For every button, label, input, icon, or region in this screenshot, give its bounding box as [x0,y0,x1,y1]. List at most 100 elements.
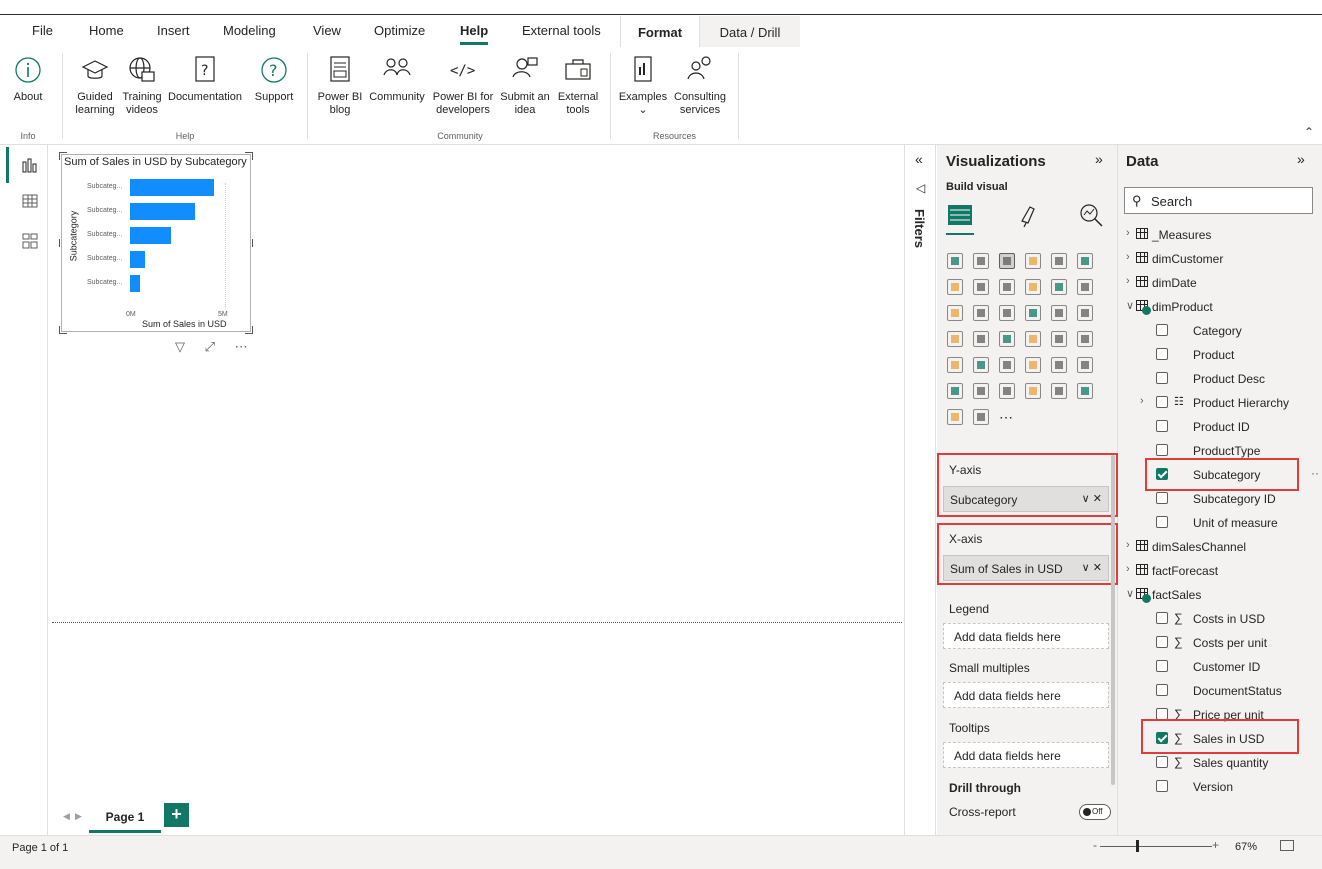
field-customer-id[interactable]: Customer ID [1118,657,1322,679]
support-button[interactable]: ? Support [251,55,297,104]
field-category[interactable]: Category [1118,321,1322,343]
format-visual-tab[interactable] [1014,201,1042,229]
zoom-in-button[interactable]: + [1212,838,1219,852]
chevron-down-icon[interactable]: ∨ [1126,299,1134,312]
more-options-icon[interactable]: ·· [1311,466,1319,480]
fit-to-page-icon[interactable] [1280,840,1294,851]
collapse-icon[interactable]: « [915,151,923,167]
field-costs-in-usd[interactable]: ∑ Costs in USD [1118,609,1322,631]
card-icon[interactable] [1025,331,1041,347]
bar[interactable] [130,179,214,196]
donut-chart-icon[interactable] [1051,305,1067,321]
field-checkbox[interactable] [1156,684,1168,696]
field-checkbox[interactable] [1156,660,1168,672]
field-documentstatus[interactable]: DocumentStatus [1118,681,1322,703]
small-multiples-drop-zone[interactable]: Add data fields here [943,682,1109,708]
chevron-down-icon[interactable]: ∨ [1126,587,1134,600]
field-checkbox[interactable] [1156,444,1168,456]
search-input[interactable]: ⚲ Search [1124,187,1313,214]
field-costs-per-unit[interactable]: ∑ Costs per unit [1118,633,1322,655]
submit-idea-button[interactable]: Submit an idea [498,55,552,117]
table-dimcustomer[interactable]: › dimCustomer [1118,249,1322,271]
bar[interactable] [130,251,146,268]
narrative-icon[interactable] [999,383,1015,399]
resize-handle[interactable] [252,239,253,247]
slicer-icon[interactable] [947,357,963,373]
field-product[interactable]: Product [1118,345,1322,367]
resize-handle[interactable] [59,152,60,160]
community-button[interactable]: Community [367,55,427,104]
resize-handle[interactable] [252,326,253,334]
ribbon-chart-icon[interactable] [1077,279,1093,295]
filled-map-icon[interactable] [973,331,989,347]
table-view-icon[interactable] [22,193,38,209]
resize-handle[interactable] [59,333,67,334]
bar[interactable] [130,227,171,244]
next-page-icon[interactable]: ▶ [75,811,82,822]
field-unit-of-measure[interactable]: Unit of measure [1118,513,1322,535]
field-checkbox[interactable] [1156,516,1168,528]
prev-page-icon[interactable]: ◀ [63,811,70,822]
more-visuals-icon[interactable]: ⋯ [999,409,1015,425]
analytics-tab[interactable] [1077,201,1105,229]
field-product-hierarchy[interactable]: › ☷ Product Hierarchy [1118,393,1322,415]
bar[interactable] [130,203,195,220]
waterfall-chart-icon[interactable] [947,305,963,321]
scatter-chart-icon[interactable] [999,305,1015,321]
decomposition-tree-icon[interactable] [947,383,963,399]
field-checkbox[interactable] [1156,780,1168,792]
field-checkbox[interactable] [1156,348,1168,360]
chevron-right-icon[interactable]: › [1126,275,1130,287]
field-product-id[interactable]: Product ID [1118,417,1322,439]
menu-modeling[interactable]: Modeling [223,23,276,38]
table-factsales[interactable]: ∨ factSales [1118,585,1322,607]
zoom-slider-thumb[interactable] [1136,840,1139,852]
training-videos-button[interactable]: Training videos [119,55,165,117]
add-page-button[interactable]: + [164,803,189,827]
paginated-report-icon[interactable] [1051,383,1067,399]
chevron-right-icon[interactable]: › [1140,395,1144,407]
menu-optimize[interactable]: Optimize [374,23,425,38]
qa-visual-icon[interactable] [973,383,989,399]
field-checkbox[interactable] [1156,756,1168,768]
expand-icon[interactable]: » [1095,151,1103,167]
table-dimdate[interactable]: › dimDate [1118,273,1322,295]
about-button[interactable]: About [8,55,48,104]
filters-pane-collapsed[interactable]: « ◁ Filters [904,145,936,835]
chevron-right-icon[interactable]: › [1126,539,1130,551]
table-factforecast[interactable]: › factForecast [1118,561,1322,583]
kpi-icon[interactable] [1077,331,1093,347]
funnel-chart-icon[interactable] [973,305,989,321]
resize-handle[interactable] [59,326,60,334]
tooltips-drop-zone[interactable]: Add data fields here [943,742,1109,768]
100-bar-chart-icon[interactable] [1051,253,1067,269]
line-column-chart-icon[interactable] [1025,279,1041,295]
zoom-out-button[interactable]: - [1093,838,1097,852]
clustered-column-chart-icon[interactable] [1025,253,1041,269]
table-dimsaleschannel[interactable]: › dimSalesChannel [1118,537,1322,559]
resize-handle[interactable] [252,152,253,160]
guided-learning-button[interactable]: Guided learning [70,55,120,117]
field-version[interactable]: Version [1118,777,1322,799]
menu-view[interactable]: View [313,23,341,38]
table-icon[interactable] [973,357,989,373]
matrix-icon[interactable] [999,357,1015,373]
stacked-column-chart-icon[interactable] [973,253,989,269]
filters-label[interactable]: Filters [912,209,927,248]
power-automate-icon[interactable] [947,409,963,425]
multi-row-card-icon[interactable] [1051,331,1067,347]
menu-file[interactable]: File [32,23,53,38]
python-visual-icon[interactable] [1051,357,1067,373]
examples-button[interactable]: Examples ⌄ [617,55,669,117]
field-checkbox[interactable] [1156,492,1168,504]
field-checkbox[interactable] [1156,396,1168,408]
model-view-icon[interactable] [22,233,38,249]
developers-button[interactable]: </> Power BI for developers [430,55,496,117]
azure-map-icon[interactable] [973,409,989,425]
cross-report-toggle[interactable]: Off [1079,804,1111,820]
menu-format[interactable]: Format [620,16,700,48]
bar-chart-visual[interactable]: Sum of Sales in USD by Subcategory Subca… [59,152,253,334]
metrics-icon[interactable] [1025,383,1041,399]
report-view-icon[interactable] [22,157,38,173]
menu-help[interactable]: Help [460,23,489,45]
